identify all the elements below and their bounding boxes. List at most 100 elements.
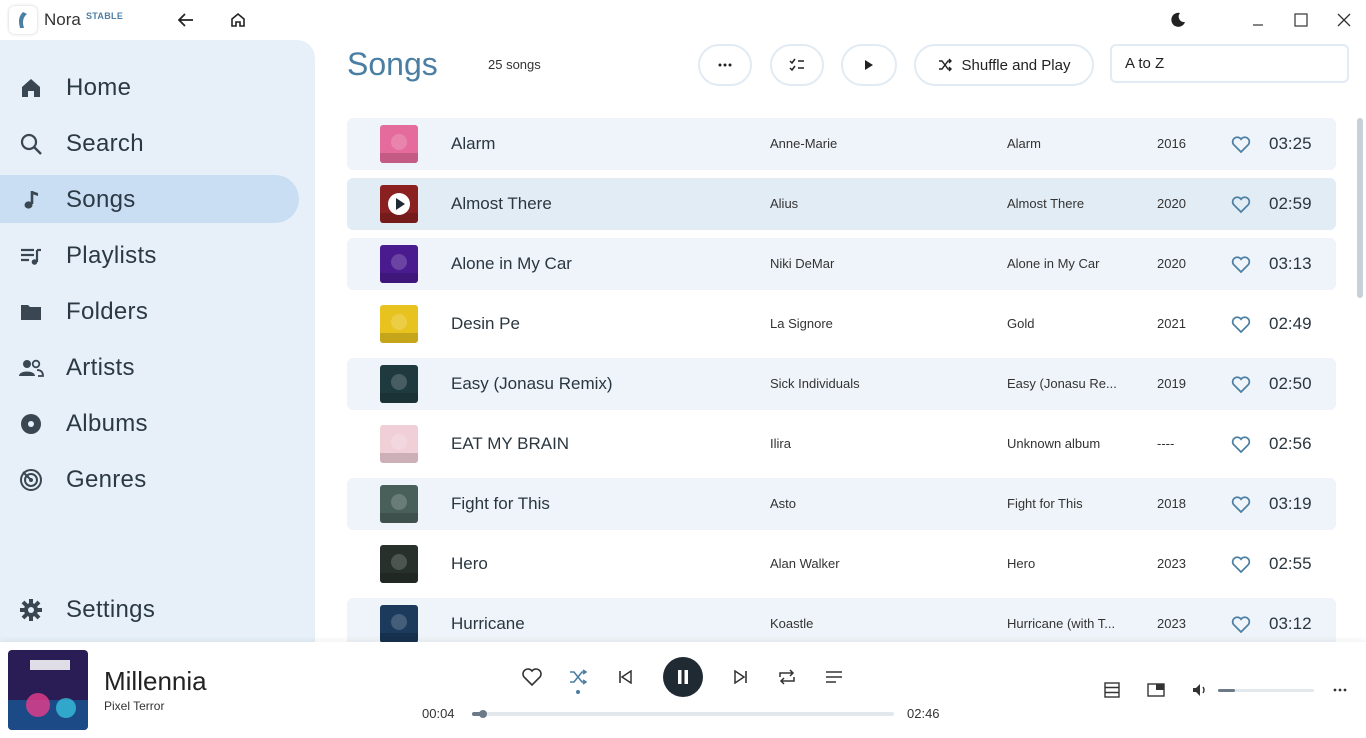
song-album[interactable]: Alone in My Car: [1007, 256, 1122, 271]
home-nav-icon[interactable]: [226, 8, 250, 32]
song-row[interactable]: Alarm Anne-Marie Alarm 2016 03:25: [347, 118, 1336, 170]
maximize-window-icon[interactable]: [1289, 8, 1313, 32]
song-artist[interactable]: Sick Individuals: [770, 376, 860, 391]
song-artwork[interactable]: [380, 185, 418, 223]
song-list-scrollbar[interactable]: [1356, 118, 1364, 642]
sort-dropdown[interactable]: A to Z: [1110, 44, 1349, 83]
song-row[interactable]: Alone in My Car Niki DeMar Alone in My Car…: [347, 238, 1336, 290]
volume-icon[interactable]: [1186, 676, 1214, 704]
now-playing-title[interactable]: Millennia: [104, 666, 207, 697]
song-year: ----: [1157, 436, 1175, 451]
song-row[interactable]: Easy (Jonasu Remix) Sick Individuals Easy …: [347, 358, 1336, 410]
song-artist[interactable]: Alius: [770, 196, 798, 211]
song-artist[interactable]: Asto: [770, 496, 796, 511]
song-album[interactable]: Hero: [1007, 556, 1122, 571]
song-artwork[interactable]: [380, 425, 418, 463]
seek-handle[interactable]: [478, 710, 487, 718]
song-artist[interactable]: Alan Walker: [770, 556, 840, 571]
repeat-icon[interactable]: [773, 663, 801, 691]
play-circle-icon[interactable]: [380, 185, 418, 223]
song-title: EAT MY BRAIN: [451, 434, 570, 453]
sidebar-item-songs[interactable]: Songs: [0, 175, 299, 223]
song-artist[interactable]: La Signore: [770, 316, 833, 331]
song-row[interactable]: Hero Alan Walker Hero 2023 02:55: [347, 538, 1336, 590]
song-artwork[interactable]: [380, 305, 418, 343]
close-window-icon[interactable]: [1332, 8, 1356, 32]
now-playing-artwork[interactable]: [8, 650, 88, 730]
seek-bar[interactable]: [472, 710, 894, 718]
more-options-icon[interactable]: [1326, 676, 1354, 704]
scrollbar-thumb[interactable]: [1357, 118, 1363, 298]
song-row[interactable]: Fight for This Asto Fight for This 2018 03:1…: [347, 478, 1336, 530]
main-content: Songs 25 songs Shuffle and Play A to Z A…: [315, 40, 1366, 642]
play-all-button[interactable]: [841, 44, 897, 86]
song-artwork[interactable]: [380, 125, 418, 163]
dark-mode-moon-icon[interactable]: [1166, 8, 1190, 32]
favorite-heart-icon[interactable]: [1231, 616, 1251, 634]
more-options-button[interactable]: [698, 44, 752, 86]
song-album[interactable]: Gold: [1007, 316, 1122, 331]
song-artwork[interactable]: [380, 485, 418, 523]
song-artist[interactable]: Anne-Marie: [770, 136, 837, 151]
song-artist[interactable]: Niki DeMar: [770, 256, 834, 271]
song-title: Hero: [451, 554, 488, 573]
skip-previous-icon[interactable]: [611, 663, 639, 691]
favorite-heart-icon[interactable]: [1231, 436, 1251, 454]
song-album[interactable]: Alarm: [1007, 136, 1122, 151]
favorite-heart-icon[interactable]: [1231, 196, 1251, 214]
song-year: 2019: [1157, 376, 1186, 391]
favorite-heart-icon[interactable]: [1231, 256, 1251, 274]
shuffle-and-play-label: Shuffle and Play: [961, 56, 1071, 74]
sidebar-item-folders[interactable]: Folders: [0, 287, 299, 335]
song-artist[interactable]: Koastle: [770, 616, 813, 631]
song-row[interactable]: EAT MY BRAIN Ilira Unknown album ---- 02:56: [347, 418, 1336, 470]
song-row[interactable]: Hurricane Koastle Hurricane (with T... 2023…: [347, 598, 1336, 642]
sidebar-item-artists[interactable]: Artists: [0, 343, 299, 391]
sidebar-item-genres[interactable]: Genres: [0, 455, 299, 503]
song-year: 2016: [1157, 136, 1186, 151]
pause-button[interactable]: [663, 657, 703, 697]
queue-icon[interactable]: [1098, 676, 1126, 704]
back-arrow-icon[interactable]: [174, 8, 198, 32]
song-album[interactable]: Unknown album: [1007, 436, 1122, 451]
volume-slider[interactable]: [1218, 689, 1314, 692]
skip-next-icon[interactable]: [727, 663, 755, 691]
playlist-icon: [18, 243, 44, 269]
sidebar-item-albums[interactable]: Albums: [0, 399, 299, 447]
song-artwork[interactable]: [380, 245, 418, 283]
app-release-tag: STABLE: [86, 11, 124, 21]
favorite-heart-icon[interactable]: [1231, 376, 1251, 394]
song-row[interactable]: Desin Pe La Signore Gold 2021 02:49: [347, 298, 1336, 350]
song-title: Desin Pe: [451, 314, 520, 333]
minimize-window-icon[interactable]: [1246, 8, 1270, 32]
album-icon: [18, 411, 44, 437]
song-album[interactable]: Almost There: [1007, 196, 1122, 211]
shuffle-toggle-icon[interactable]: [564, 663, 592, 691]
favorite-heart-icon[interactable]: [1231, 556, 1251, 574]
song-album[interactable]: Hurricane (with T...: [1007, 616, 1122, 631]
mini-player-icon[interactable]: [1142, 676, 1170, 704]
song-artist[interactable]: Ilira: [770, 436, 791, 451]
shuffle-and-play-button[interactable]: Shuffle and Play: [914, 44, 1094, 86]
song-row[interactable]: Almost There Alius Almost There 2020 02:59: [347, 178, 1336, 230]
song-duration: 03:19: [1269, 494, 1312, 513]
song-artwork[interactable]: [380, 365, 418, 403]
favorite-heart-icon[interactable]: [1231, 496, 1251, 514]
favorite-heart-icon[interactable]: [1231, 316, 1251, 334]
favorite-heart-icon[interactable]: [518, 663, 546, 691]
favorite-heart-icon[interactable]: [1231, 136, 1251, 154]
sidebar-item-label: Folders: [66, 298, 149, 325]
sidebar-item-home[interactable]: Home: [0, 63, 299, 111]
sidebar-item-playlists[interactable]: Playlists: [0, 231, 299, 279]
select-multiple-button[interactable]: [770, 44, 824, 86]
song-artwork[interactable]: [380, 545, 418, 583]
song-artwork[interactable]: [380, 605, 418, 642]
sidebar-item-settings[interactable]: Settings: [0, 585, 299, 633]
sidebar-item-search[interactable]: Search: [0, 119, 299, 167]
lyrics-icon[interactable]: [820, 663, 848, 691]
page-title: Songs: [347, 46, 438, 82]
song-album[interactable]: Fight for This: [1007, 496, 1122, 511]
song-year: 2018: [1157, 496, 1186, 511]
now-playing-artist[interactable]: Pixel Terror: [104, 699, 164, 713]
song-album[interactable]: Easy (Jonasu Re...: [1007, 376, 1122, 391]
